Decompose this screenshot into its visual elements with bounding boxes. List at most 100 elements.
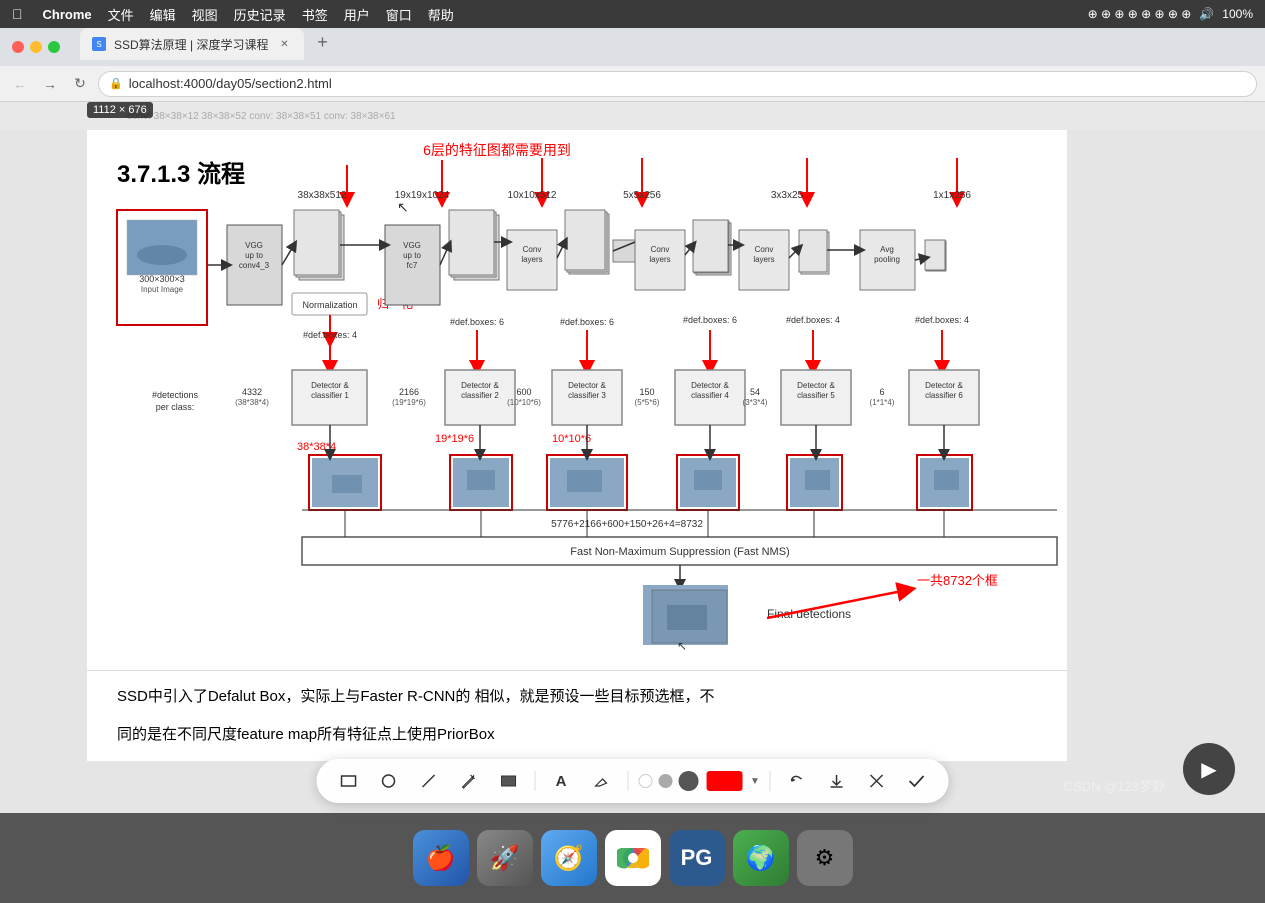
menu-user[interactable]: 用户 <box>344 5 370 24</box>
svg-text:5776+2166+600+150+26+4=8732: 5776+2166+600+150+26+4=8732 <box>551 519 703 530</box>
menu-edit[interactable]: 编辑 <box>150 5 176 24</box>
top-annotation: 6层的特征图都需要用到 <box>423 142 571 158</box>
traffic-light-yellow[interactable] <box>30 41 42 53</box>
new-tab-button[interactable]: + <box>308 28 336 56</box>
dock-safari[interactable]: 🧭 <box>541 830 597 886</box>
svg-text:54: 54 <box>750 387 760 397</box>
svg-text:10x10x512: 10x10x512 <box>508 190 557 201</box>
svg-text:1x1x256: 1x1x256 <box>933 190 971 201</box>
text-paragraph: SSD中引入了Defalut Box，实际上与Faster R-CNN的 相似，… <box>117 688 715 705</box>
color-dropdown-arrow[interactable]: ▼ <box>750 776 760 787</box>
tab-title: SSD算法原理 | 深度学习课程 <box>114 36 268 53</box>
svg-text:conv4_3: conv4_3 <box>239 261 270 270</box>
diagram-slide: 3.7.1.3 流程 6层的特征图都需要用到 <box>87 130 1067 670</box>
circle-tool[interactable] <box>372 765 404 797</box>
dock-pgadmin[interactable]: PG <box>669 830 725 886</box>
color-gray[interactable] <box>658 774 672 788</box>
eraser-tool[interactable] <box>585 765 617 797</box>
close-annotation-button[interactable] <box>861 765 893 797</box>
svg-text:up to: up to <box>245 251 263 260</box>
svg-text:一共8732个框: 一共8732个框 <box>917 573 998 588</box>
svg-text:150: 150 <box>639 387 654 397</box>
svg-text:3x3x25: 3x3x25 <box>771 190 804 201</box>
forward-button[interactable]: → <box>38 72 62 96</box>
confirm-button[interactable] <box>901 765 933 797</box>
svg-text:38x38x512: 38x38x512 <box>298 190 347 201</box>
tab-close-button[interactable]: ✕ <box>276 36 292 52</box>
diagram-svg: 3.7.1.3 流程 6层的特征图都需要用到 <box>87 130 1067 670</box>
url-text: localhost:4000/day05/section2.html <box>129 76 332 91</box>
svg-text:classifier 2: classifier 2 <box>461 391 499 400</box>
svg-text:#def.boxes: 4: #def.boxes: 4 <box>915 315 969 325</box>
address-bar: ← → ↻ 🔒 localhost:4000/day05/section2.ht… <box>0 66 1265 102</box>
volume-icon: 🔊 <box>1199 7 1214 21</box>
traffic-light-green[interactable] <box>48 41 60 53</box>
csdn-watermark: CSDN @123梦野 <box>1064 776 1165 795</box>
svg-text:2166: 2166 <box>399 387 419 397</box>
svg-text:layers: layers <box>753 255 774 264</box>
svg-text:Fast Non-Maximum Suppression (: Fast Non-Maximum Suppression (Fast NMS) <box>570 546 789 558</box>
battery-status: 100% <box>1222 7 1253 21</box>
svg-text:300×300×3: 300×300×3 <box>139 274 185 284</box>
download-button[interactable] <box>821 765 853 797</box>
menu-bookmarks[interactable]: 书签 <box>302 5 328 24</box>
dock-extra[interactable]: ⚙ <box>797 830 853 886</box>
menu-file[interactable]: 文件 <box>108 5 134 24</box>
text-tool[interactable]: A <box>545 765 577 797</box>
dock-maps[interactable]: 🌍 <box>733 830 789 886</box>
url-bar[interactable]: 🔒 localhost:4000/day05/section2.html <box>98 71 1257 97</box>
browser-tab[interactable]: S SSD算法原理 | 深度学习课程 ✕ <box>80 28 304 60</box>
svg-text:classifier 6: classifier 6 <box>925 391 963 400</box>
svg-text:#def.boxes: 6: #def.boxes: 6 <box>683 315 737 325</box>
svg-text:Avg: Avg <box>880 245 894 254</box>
color-dark-selected[interactable] <box>678 771 698 791</box>
svg-text:10*10*6: 10*10*6 <box>552 433 591 445</box>
rectangle-tool[interactable] <box>332 765 364 797</box>
svg-text:↖: ↖ <box>397 199 409 215</box>
svg-text:↖: ↖ <box>677 639 687 653</box>
svg-text:Detector &: Detector & <box>925 381 963 390</box>
svg-text:(5*5*6): (5*5*6) <box>635 398 660 407</box>
apple-menu[interactable]:  <box>12 6 23 22</box>
menu-view[interactable]: 视图 <box>192 5 218 24</box>
svg-text:Input Image: Input Image <box>141 285 184 294</box>
svg-text:up to: up to <box>403 251 421 260</box>
menu-history[interactable]: 历史记录 <box>234 5 286 24</box>
svg-text:6: 6 <box>879 387 884 397</box>
text-paragraph2: 同的是在不同尺度feature map所有特征点上使用PriorBox <box>117 726 495 743</box>
svg-text:4332: 4332 <box>242 387 262 397</box>
svg-text:Conv: Conv <box>651 245 670 254</box>
svg-text:classifier 4: classifier 4 <box>691 391 729 400</box>
svg-text:#def.boxes: 6: #def.boxes: 6 <box>450 317 504 327</box>
active-color-swatch[interactable] <box>706 771 742 791</box>
dock-finder[interactable]: 🍎 <box>413 830 469 886</box>
svg-text:#def.boxes: 4: #def.boxes: 4 <box>303 330 357 340</box>
pen-tool[interactable] <box>452 765 484 797</box>
svg-text:(1*1*4): (1*1*4) <box>870 398 895 407</box>
menu-chrome[interactable]: Chrome <box>43 7 92 22</box>
svg-text:Detector &: Detector & <box>461 381 499 390</box>
svg-text:VGG: VGG <box>245 241 263 250</box>
traffic-light-red[interactable] <box>12 41 24 53</box>
dock-launchpad[interactable]: 🚀 <box>477 830 533 886</box>
line-tool[interactable] <box>412 765 444 797</box>
svg-text:Detector &: Detector & <box>797 381 835 390</box>
menubar-status: ⊕ ⊕ ⊕ ⊕ ⊕ ⊕ ⊕ ⊕ 🔊 100% <box>1088 7 1253 21</box>
svg-text:#def.boxes: 4: #def.boxes: 4 <box>786 315 840 325</box>
color-white[interactable] <box>638 774 652 788</box>
traffic-lights-area <box>0 28 80 66</box>
fill-tool[interactable] <box>492 765 524 797</box>
svg-text:Detector &: Detector & <box>568 381 606 390</box>
svg-text:Detector &: Detector & <box>311 381 349 390</box>
menu-help[interactable]: 帮助 <box>428 5 454 24</box>
toolbar-divider-2 <box>627 771 628 791</box>
undo-button[interactable] <box>781 765 813 797</box>
back-button[interactable]: ← <box>8 72 32 96</box>
video-play-button[interactable]: ▶ <box>1183 743 1235 795</box>
toolbar-divider-3 <box>770 771 771 791</box>
slide-title: 3.7.1.3 流程 <box>117 161 245 188</box>
reload-button[interactable]: ↻ <box>68 72 92 96</box>
menu-window[interactable]: 窗口 <box>386 5 412 24</box>
dock-chrome[interactable] <box>605 830 661 886</box>
color-palette <box>638 771 698 791</box>
